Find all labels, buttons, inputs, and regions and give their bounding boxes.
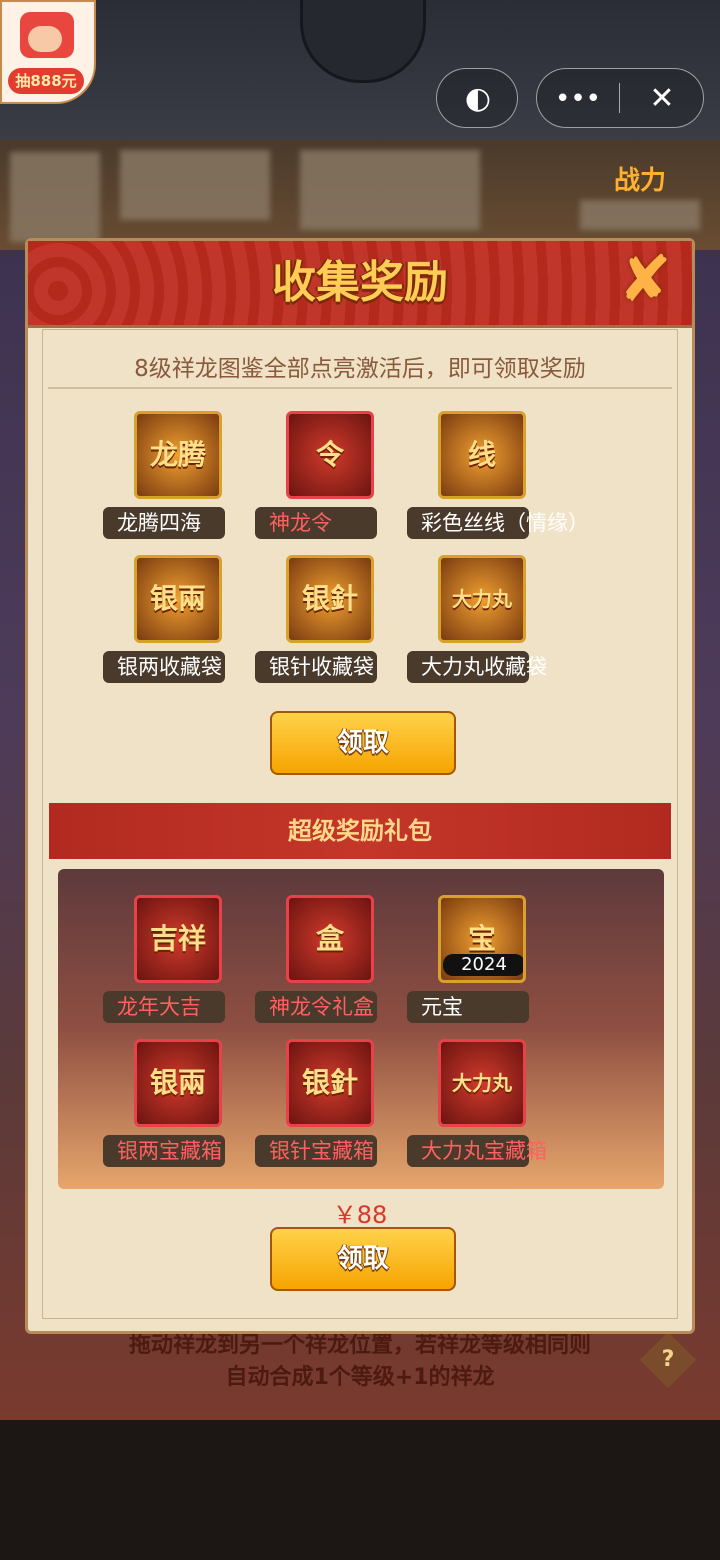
reward-label: 彩色丝线（情缘） [407,507,589,539]
promo-badge[interactable]: 抽888元 [0,0,96,104]
super-reward-title: 超级奖励礼包 [288,817,432,845]
reward-icon: 宝 2024 [438,895,526,983]
reward-glyph: 银針 [301,582,358,615]
merge-hint-line-2: 自动合成1个等级+1的祥龙 [225,1365,495,1390]
reward-count-badge: 2024 [443,954,523,976]
claim-button-collect[interactable]: 领取 [270,711,456,775]
game-share-icon: ◐ [464,81,492,116]
reward-icon: 龙腾 [134,411,222,499]
price-label: ￥88 [332,1201,388,1229]
game-share-button[interactable]: ◐ [436,68,518,128]
reward-label: 银针收藏袋 [255,651,377,683]
reward-label: 大力丸宝藏箱 [407,1135,547,1167]
close-icon[interactable]: ✕ [621,69,703,129]
merge-hint: 拖动祥龙到另一个祥龙位置，若祥龙等级相同则 自动合成1个等级+1的祥龙 [60,1330,660,1394]
reward-icon: 银兩 [134,555,222,643]
mini-program-capsule: ••• ✕ [536,68,704,128]
reward-glyph: 大力丸 [452,587,512,611]
reward-item[interactable]: 大力丸大力丸宝藏箱 [407,1039,557,1175]
reward-label: 大力丸收藏袋 [407,651,547,683]
claim-button-super[interactable]: 领取 [270,1227,456,1291]
reward-glyph: 龙腾 [149,438,206,471]
player-info-band: 战力 [0,140,720,250]
roof-ornament [300,0,426,83]
reward-icon: 盒 [286,895,374,983]
reward-glyph: 吉祥 [149,922,206,955]
reward-item[interactable]: 令神龙令 [255,411,405,547]
reward-item[interactable]: 大力丸大力丸收藏袋 [407,555,557,691]
dialog-close-x-icon[interactable]: ✘ [608,247,682,313]
reward-label: 银两收藏袋 [103,651,225,683]
power-value-blur [580,200,700,230]
reward-item[interactable]: 盒神龙令礼盒 [255,895,405,1031]
divider [48,387,672,389]
reward-item[interactable]: 银兩银两收藏袋 [103,555,253,691]
reward-glyph: 银兩 [149,582,206,615]
reward-icon: 大力丸 [438,1039,526,1127]
merge-hint-line-1: 拖动祥龙到另一个祥龙位置，若祥龙等级相同则 [128,1333,591,1358]
reward-item[interactable]: 线彩色丝线（情缘） [407,411,589,547]
reward-item[interactable]: 银兩银两宝藏箱 [103,1039,253,1175]
player-stats-blur [300,150,480,230]
reward-icon: 令 [286,411,374,499]
player-name-blur [120,150,270,220]
reward-glyph: 银兩 [149,1066,206,1099]
reward-label: 银针宝藏箱 [255,1135,377,1167]
reward-label: 龙腾四海 [103,507,225,539]
collect-rewards-dialog: 收集奖励 ✘ 8级祥龙图鉴全部点亮激活后，即可领取奖励 龙腾 龙腾四海令神龙令线彩… [25,238,695,1334]
reward-glyph: 线 [467,438,496,471]
reward-icon: 银針 [286,555,374,643]
promo-label: 抽888元 [8,68,84,94]
hand-icon [28,26,62,52]
reward-icon: 吉祥 [134,895,222,983]
reward-icon: 线 [438,411,526,499]
reward-label: 神龙令礼盒 [255,991,377,1023]
reward-label: 龙年大吉 [103,991,225,1023]
reward-glyph: 令 [315,438,344,471]
help-icon[interactable]: ? [639,1331,697,1389]
reward-glyph: 盒 [315,922,344,955]
reward-icon: 银針 [286,1039,374,1127]
reward-item[interactable]: 宝 2024 元宝 [407,895,557,1031]
reward-icon: 银兩 [134,1039,222,1127]
super-reward-banner: 超级奖励礼包 [49,803,671,859]
more-dots-icon[interactable]: ••• [537,69,619,129]
power-label: 战力 [614,166,667,196]
player-avatar [10,152,100,242]
reward-icon: 大力丸 [438,555,526,643]
dialog-title: 收集奖励 [272,257,448,308]
reward-glyph: 大力丸 [452,1071,512,1095]
reward-label: 神龙令 [255,507,377,539]
reward-item[interactable]: 龙腾龙腾四海 [103,411,253,547]
reward-item[interactable]: 银針银针宝藏箱 [255,1039,405,1175]
reward-item[interactable]: 银針银针收藏袋 [255,555,405,691]
capsule-divider [619,83,620,113]
reward-label: 元宝 [407,991,529,1023]
reward-label: 银两宝藏箱 [103,1135,225,1167]
dialog-header: 收集奖励 ✘ [28,241,692,328]
reward-glyph: 银針 [301,1066,358,1099]
bottom-background [0,1420,720,1560]
reward-item[interactable]: 吉祥龙年大吉 [103,895,253,1031]
unlock-description: 8级祥龙图鉴全部点亮激活后，即可领取奖励 [134,356,586,382]
